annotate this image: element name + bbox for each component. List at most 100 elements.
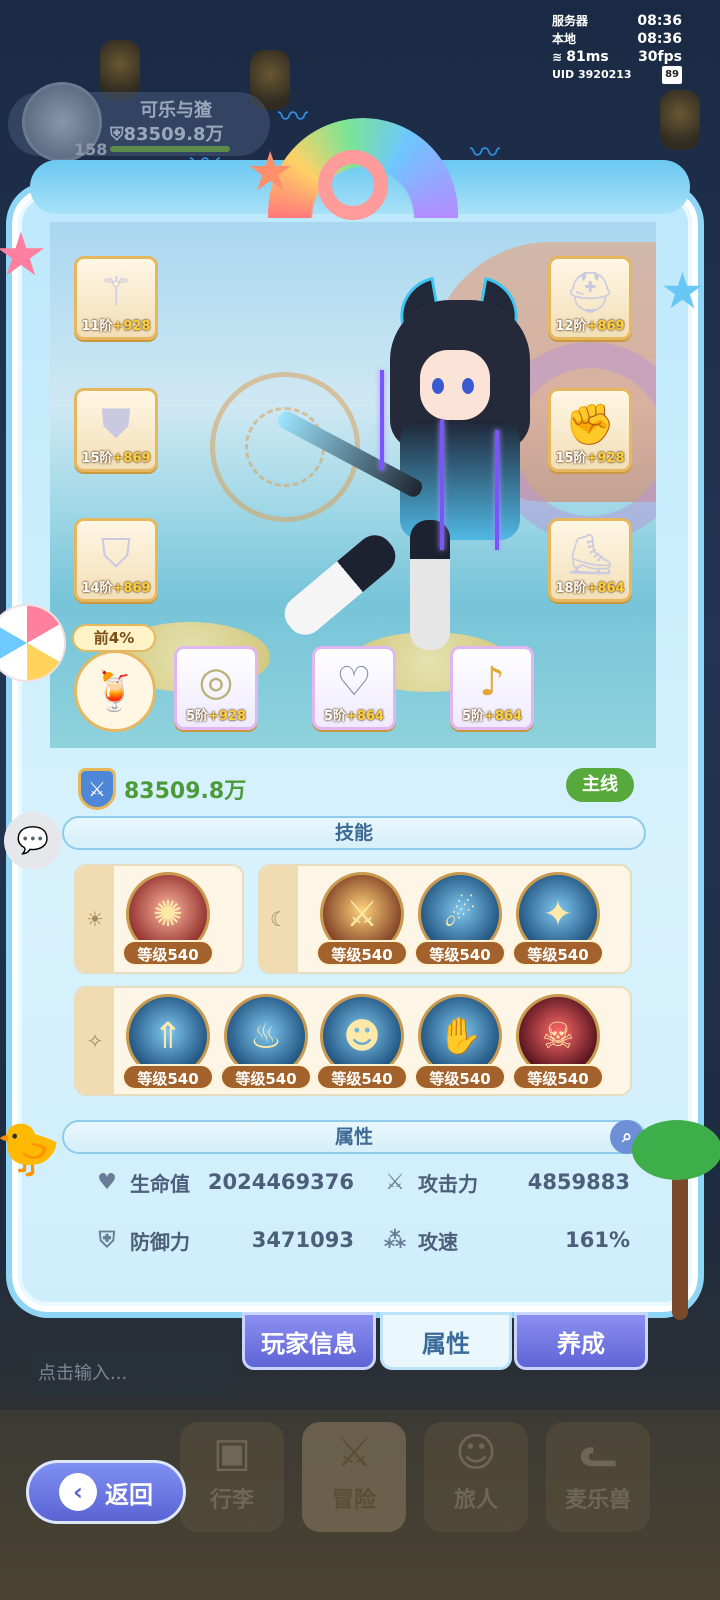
equip-slot-boots[interactable]: ⛸ 18阶+864 [548, 518, 632, 602]
chat-icon[interactable]: 💬 [4, 812, 62, 870]
equip-slot-ring[interactable]: ◎ 5阶+928 [174, 646, 258, 730]
mainline-button[interactable]: 主线 [566, 768, 634, 802]
attr-hp-value: 2024469376 [207, 1170, 354, 1194]
armor-icon: ⛊ [101, 401, 131, 447]
star-icon: ✧ [76, 988, 114, 1094]
combat-power-value: 83509.8万 [124, 779, 247, 804]
attr-attack-value: 4859883 [527, 1170, 630, 1194]
crossed-swords-icon: ⚔ [385, 1170, 405, 1195]
ping-readout: ≋ 81ms [552, 49, 609, 65]
attributes-section-header: 属性 ⌕ [62, 1120, 646, 1154]
server-time: 08:36 [637, 13, 682, 29]
skills-section-header: 技能 [62, 816, 646, 850]
starfish-icon: ★ [246, 140, 295, 203]
hero-character [275, 276, 560, 650]
tab-attributes[interactable]: 属性 [380, 1312, 512, 1370]
equip-slot-robe[interactable]: ⛉ 14阶+869 [74, 518, 158, 602]
skill-level-label: 等级540 [414, 940, 506, 966]
gauntlet-icon: ✊ [565, 402, 615, 448]
shield-icon: ⛨ [110, 124, 124, 145]
starfish-icon: ★ [0, 220, 48, 290]
staff-icon: ⚚ [98, 269, 134, 315]
fps-readout: 30fps [638, 49, 682, 65]
attr-hp: ♥ 生命值 [92, 1168, 190, 1197]
player-level: 158 [74, 140, 108, 159]
attributes-title: 属性 [334, 1126, 373, 1148]
figure-icon: ☻ [343, 1015, 381, 1057]
back-arrow-icon: ‹ [59, 1473, 97, 1511]
equip-slot-necklace[interactable]: ♡ 5阶+864 [312, 646, 396, 730]
speed-nodes-icon: ⁂ [383, 1228, 407, 1253]
skill-level-label: 等级540 [122, 940, 214, 966]
swim-ring-decoration [318, 150, 388, 220]
ring-icon: ◎ [198, 659, 234, 705]
heart-icon: ♥ [97, 1170, 117, 1195]
status-overlay: 服务器 08:36 本地 08:36 ≋ 81ms 30fps UID 3920213… [552, 12, 682, 84]
pet-slot[interactable]: 🍹 [74, 650, 156, 732]
sun-icon: ☀ [76, 866, 114, 972]
tab-cultivation[interactable]: 养成 [514, 1312, 648, 1370]
local-time: 08:36 [637, 31, 682, 47]
palm-tree-decoration [632, 1120, 720, 1320]
battery-icon: 89 [662, 66, 682, 84]
earring-icon: ♪ [479, 659, 505, 705]
nav-luggage[interactable]: ▣ 行李 [180, 1422, 284, 1532]
starfish-icon: ★ [660, 262, 705, 320]
skill-level-label: 等级540 [316, 940, 408, 966]
attr-defense: ⛨ 防御力 [92, 1226, 190, 1255]
duck-decoration: 🐤 [0, 1119, 61, 1179]
equip-slot-weapon[interactable]: ⚚ 11阶+928 [74, 256, 158, 340]
cat-icon: ᓚ [579, 1430, 617, 1476]
equip-slot-gauntlet[interactable]: ✊ 15阶+928 [548, 388, 632, 472]
skill-level-label: 等级540 [512, 940, 604, 966]
nav-travelers[interactable]: ☺ 旅人 [424, 1422, 528, 1532]
back-label: 返回 [105, 1480, 153, 1509]
combat-power-row: ⚔ 83509.8万 [78, 768, 246, 810]
server-time-label: 服务器 [552, 14, 589, 28]
lantern-decoration [660, 90, 700, 150]
slash-icon: ☄ [443, 893, 477, 935]
skill-level-label: 等级540 [414, 1064, 506, 1090]
skill-level-label: 等级540 [512, 1064, 604, 1090]
butterfly-icon: ✺ [152, 893, 184, 935]
nav-adventure[interactable]: ⚔ 冒险 [302, 1422, 406, 1532]
chest-icon: ▣ [213, 1430, 251, 1476]
robe-icon: ⛉ [101, 531, 131, 577]
helmet-icon: ⛑ [564, 270, 616, 316]
attr-speed: ⁂ 攻速 [380, 1226, 458, 1255]
skill-level-label: 等级540 [220, 1064, 312, 1090]
tab-player-info[interactable]: 玩家信息 [242, 1312, 376, 1370]
light-pillar-icon: ⇑ [152, 1015, 184, 1057]
attr-defense-value: 3471093 [251, 1228, 354, 1252]
blade-icon: ✦ [542, 893, 574, 935]
sword-icon: ⚔ [345, 893, 379, 935]
lantern-decoration [100, 40, 140, 100]
local-time-label: 本地 [552, 32, 577, 46]
flame-icon: ♨ [249, 1015, 283, 1057]
cocktail-icon: 🍹 [91, 668, 139, 713]
uid-label: UID 3920213 [552, 68, 632, 81]
boots-icon: ⛸ [564, 532, 616, 578]
rank-percent-badge: 前4% [72, 624, 156, 652]
skills-title: 技能 [334, 822, 373, 844]
demon-icon: ☠ [541, 1015, 575, 1057]
player-name: 可乐与猹 [140, 100, 212, 121]
necklace-icon: ♡ [336, 659, 372, 705]
skill-level-label: 等级540 [122, 1064, 214, 1090]
combat-power-icon: ⚔ [78, 768, 116, 810]
equip-slot-armor[interactable]: ⛊ 15阶+869 [74, 388, 158, 472]
wifi-icon: ≋ [552, 50, 563, 64]
crossed-swords-icon: ⚔ [336, 1430, 372, 1476]
equip-slot-earring[interactable]: ♪ 5阶+864 [450, 646, 534, 730]
equip-slot-helmet[interactable]: ⛑ 12阶+869 [548, 256, 632, 340]
seagull-icon: 〰 [278, 100, 308, 135]
back-button[interactable]: ‹ 返回 [26, 1460, 186, 1524]
shield-icon: ⛨ [98, 1228, 116, 1253]
traveler-icon: ☺ [455, 1430, 497, 1476]
attr-speed-value: 161% [565, 1228, 630, 1252]
claw-icon: ✋ [437, 1016, 483, 1057]
attr-attack: ⚔ 攻击力 [380, 1168, 478, 1197]
nav-pets[interactable]: ᓚ 麦乐兽 [546, 1422, 650, 1532]
chat-input[interactable]: 点击输入... [28, 1352, 236, 1396]
moon-icon: ☾ [260, 866, 298, 972]
